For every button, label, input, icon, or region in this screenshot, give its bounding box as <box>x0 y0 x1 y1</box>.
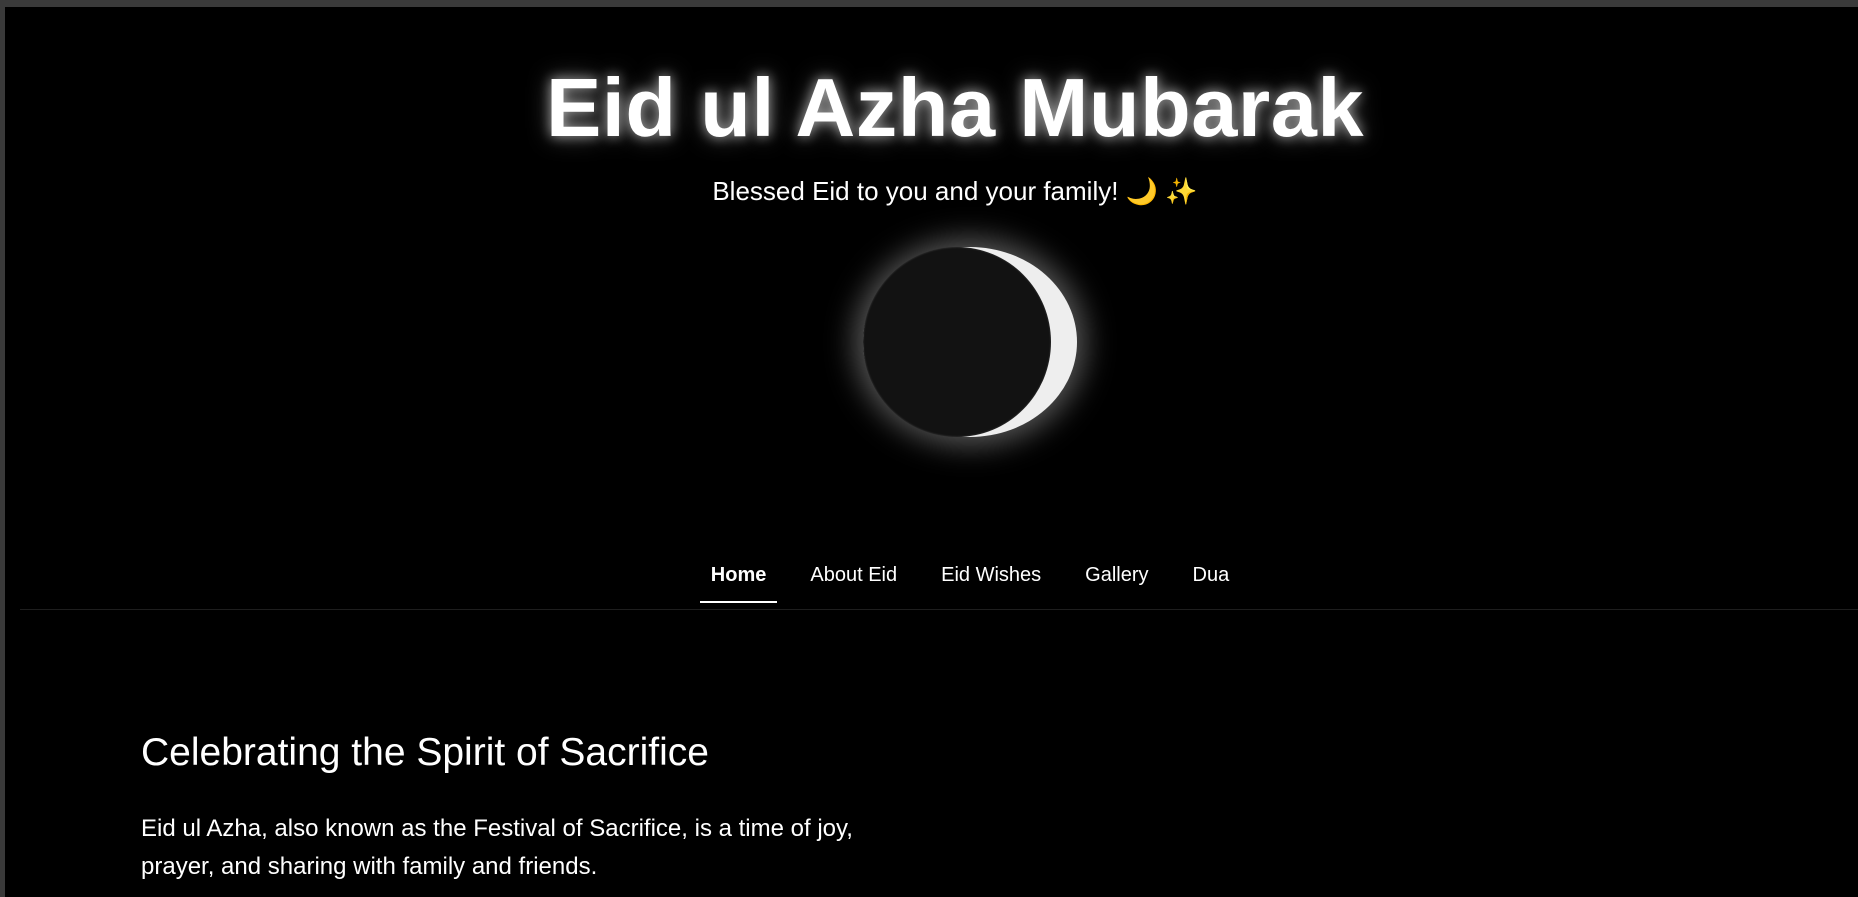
hero-title: Eid ul Azha Mubarak <box>545 61 1365 154</box>
section-paragraph: Eid ul Azha, also known as the Festival … <box>141 815 853 880</box>
nav-item-about-eid[interactable]: About Eid <box>799 547 908 603</box>
nav-item-eid-wishes[interactable]: Eid Wishes <box>930 547 1052 603</box>
nav-item-home[interactable]: Home <box>699 547 778 603</box>
nav-item-gallery[interactable]: Gallery <box>1074 547 1159 603</box>
section-heading: Celebrating the Spirit of Sacrifice <box>141 731 709 774</box>
nav-item-dua[interactable]: Dua <box>1182 547 1241 603</box>
hero-subtitle: Blessed Eid to you and your family! 🌙 ✨ <box>712 176 1198 206</box>
crescent-moon-icon <box>863 247 1077 437</box>
page-viewport: Eid ul Azha Mubarak Blessed Eid to you a… <box>5 7 1858 897</box>
moon-shadow <box>863 247 1051 437</box>
nav-items: Home About Eid Eid Wishes Gallery Dua <box>20 547 1858 603</box>
main-nav: Home About Eid Eid Wishes Gallery Dua <box>20 547 1858 610</box>
